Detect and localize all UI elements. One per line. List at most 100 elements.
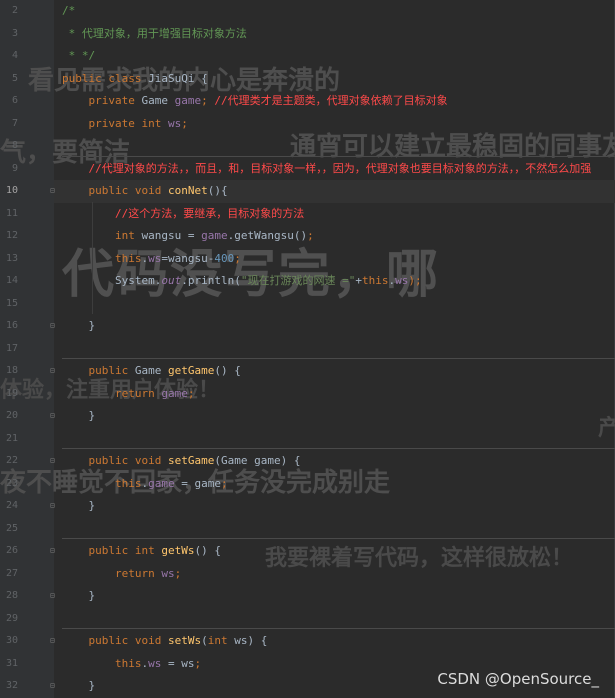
line-number: 8	[11, 140, 18, 151]
line-number: 14	[5, 275, 18, 286]
code-token: wangsu	[141, 229, 188, 242]
code-line[interactable]: 16 ⊟ }	[0, 315, 615, 338]
code-token: private	[62, 116, 142, 130]
code-line[interactable]: 13 this.ws=wangsu-400;	[0, 248, 615, 271]
code-line[interactable]: 24 ⊟ }	[0, 495, 615, 518]
line-number: 26	[5, 545, 18, 556]
fold-toggle-icon[interactable]: ⊟	[50, 636, 58, 645]
fold-toggle-icon[interactable]: ⊟	[50, 681, 58, 690]
code-token: +	[355, 274, 362, 287]
code-text: return game;	[62, 383, 195, 406]
code-line[interactable]: 25	[0, 518, 615, 541]
code-token: ;	[307, 229, 314, 242]
line-number: 32	[5, 680, 18, 691]
code-line[interactable]: 14 System.out.println("现在打游戏的网速 ="+this.…	[0, 270, 615, 293]
code-token: //这个方法，要继承，目标对象的方法	[62, 206, 305, 220]
code-token: () {	[194, 544, 221, 557]
code-text: //这个方法，要继承，目标对象的方法	[62, 203, 304, 226]
code-token: int	[207, 634, 235, 647]
code-token: JiaSuQi	[148, 71, 202, 85]
line-number: 19	[5, 387, 18, 399]
code-token: int	[134, 544, 162, 557]
fold-toggle-icon[interactable]: ⊟	[50, 186, 58, 195]
code-text: private int ws;	[62, 113, 188, 136]
code-token: //代理类才是主题类，代理对象依赖了目标对象	[214, 94, 448, 107]
code-line[interactable]: 29	[0, 608, 615, 631]
code-line[interactable]: 9 //代理对象的方法，，而且，和，目标对象一样，，因为，代理对象也要目标对象的…	[0, 158, 615, 181]
code-text: public class JiaSuQi {	[62, 68, 208, 91]
line-number: 22	[5, 455, 18, 466]
line-number: 16	[5, 320, 18, 331]
code-token: conNet	[167, 184, 208, 197]
fold-toggle-icon[interactable]: ⊟	[50, 456, 58, 465]
line-number: 25	[5, 522, 18, 534]
code-token: }	[62, 319, 96, 332]
line-number: 31	[5, 657, 18, 669]
code-line[interactable]: 27 return ws;	[0, 563, 615, 586]
code-token: return	[62, 386, 162, 400]
code-token: setGame	[167, 454, 215, 467]
code-line[interactable]: 18 ⊟ public Game getGame() {	[0, 360, 615, 383]
code-text: public void setWs(int ws) {	[62, 630, 267, 653]
code-token: ws) {	[234, 634, 268, 647]
code-token: game	[161, 386, 188, 400]
code-line[interactable]: 17	[0, 338, 615, 361]
code-token: ws	[395, 274, 409, 287]
code-line[interactable]: 28 ⊟ }	[0, 585, 615, 608]
line-number: 30	[5, 635, 18, 646]
line-number: 7	[11, 117, 18, 129]
code-line[interactable]: 2 /*	[0, 0, 615, 23]
code-token: ;	[181, 116, 188, 130]
code-line[interactable]: 8	[0, 135, 615, 158]
code-line[interactable]: 26 ⊟ public int getWs() {	[0, 540, 615, 563]
fold-toggle-icon[interactable]: ⊟	[50, 546, 58, 555]
code-text: int wangsu = game.getWangsu();	[62, 225, 314, 248]
code-token: (	[201, 634, 208, 647]
code-token: game	[201, 229, 228, 242]
code-line[interactable]: 11 //这个方法，要继承，目标对象的方法	[0, 203, 615, 226]
code-line[interactable]: 4 * */	[0, 45, 615, 68]
code-token: game	[148, 476, 182, 490]
code-token: () {	[214, 364, 241, 377]
code-text: public Game getGame() {	[62, 360, 241, 383]
code-line[interactable]: 21	[0, 428, 615, 451]
code-line[interactable]: 19 return game;	[0, 383, 615, 406]
code-text: this.game = game;	[62, 473, 228, 496]
fold-toggle-icon[interactable]: ⊟	[50, 591, 58, 600]
fold-toggle-icon[interactable]: ⊟	[50, 501, 58, 510]
line-number: 29	[5, 612, 18, 624]
code-line[interactable]: 10 ⊟ public void conNet(){	[0, 180, 615, 203]
code-line[interactable]: 20 ⊟ }	[0, 405, 615, 428]
code-text: public void conNet(){	[62, 180, 227, 203]
code-token: }	[62, 499, 96, 512]
code-line[interactable]: 22 ⊟ public void setGame(Game game) {	[0, 450, 615, 473]
line-number: 24	[5, 500, 18, 511]
line-number: 28	[5, 590, 18, 601]
code-editor[interactable]: 看见需求我的内心是奔溃的 通宵可以建立最稳固的同事友 气，要简洁 代码没写完，哪…	[0, 0, 615, 698]
code-token: int	[62, 229, 142, 242]
code-line[interactable]: 15	[0, 293, 615, 316]
line-number: 12	[5, 230, 18, 241]
code-line[interactable]: 6 private Game game; //代理类才是主题类，代理对象依赖了目…	[0, 90, 615, 113]
code-token: =	[187, 229, 202, 242]
code-token: out	[161, 274, 182, 287]
code-line[interactable]: 30 ⊟ public void setWs(int ws) {	[0, 630, 615, 653]
code-token: return	[62, 566, 162, 580]
code-token: ws	[167, 116, 182, 130]
fold-toggle-icon[interactable]: ⊟	[50, 366, 58, 375]
code-token: System.	[62, 274, 162, 287]
code-token: /*	[62, 4, 76, 17]
code-token: ;	[174, 566, 182, 580]
code-line[interactable]: 3 * 代理对象，用于增强目标对象方法	[0, 23, 615, 46]
code-line[interactable]: 5 public class JiaSuQi {	[0, 68, 615, 91]
code-token: public	[62, 71, 109, 85]
fold-toggle-icon[interactable]: ⊟	[50, 321, 58, 330]
code-text: }	[62, 495, 95, 518]
code-token: =wangsu-	[161, 251, 215, 265]
fold-toggle-icon[interactable]: ⊟	[50, 411, 58, 420]
code-line[interactable]: 23 this.game = game;	[0, 473, 615, 496]
code-text: * 代理对象，用于增强目标对象方法	[62, 23, 247, 46]
line-number: 3	[11, 27, 18, 39]
code-line[interactable]: 12 int wangsu = game.getWangsu();	[0, 225, 615, 248]
code-line[interactable]: 7 private int ws;	[0, 113, 615, 136]
